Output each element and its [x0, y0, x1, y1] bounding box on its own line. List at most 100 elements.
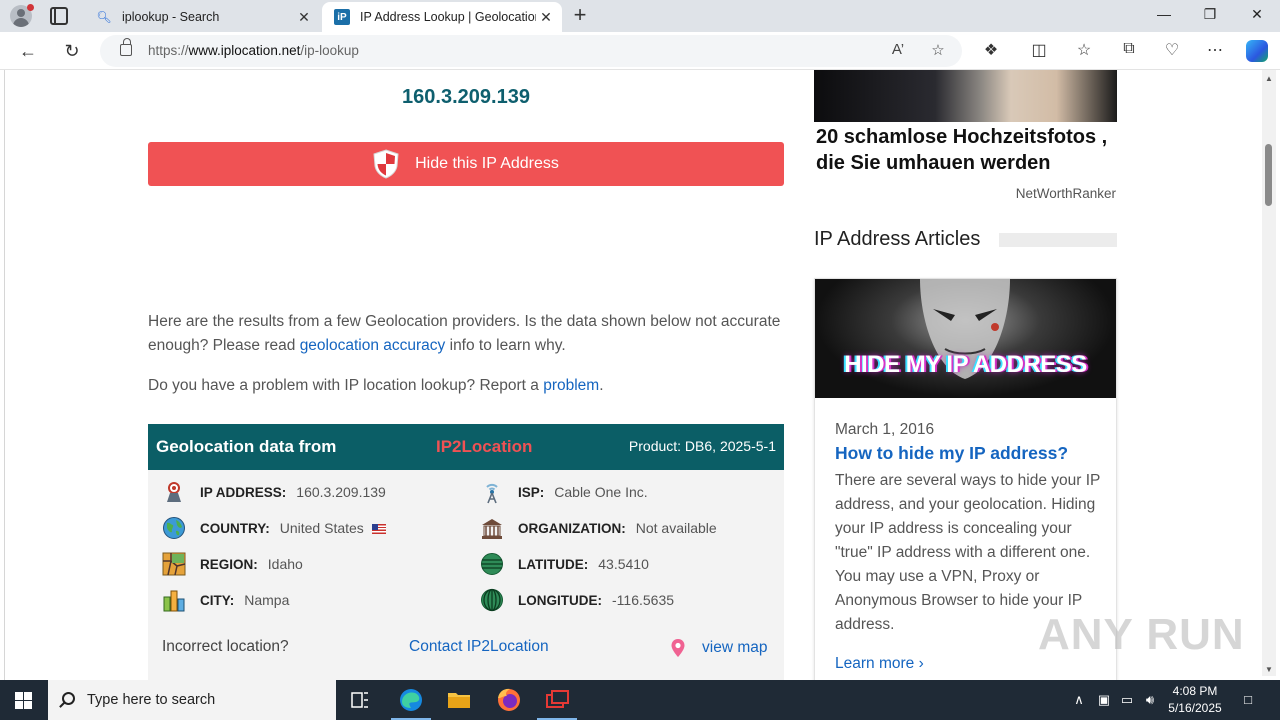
system-clock[interactable]: 4:08 PM 5/16/2025	[1164, 683, 1226, 717]
geo-label: LONGITUDE:	[518, 592, 602, 608]
copilot-icon[interactable]	[1246, 40, 1268, 62]
geo-label: REGION:	[200, 556, 258, 572]
search-icon: 🔍︎	[96, 10, 112, 24]
latitude-globe-icon	[481, 553, 503, 575]
taskbar-search-placeholder: Type here to search	[87, 692, 216, 708]
page-scrollbar[interactable]: ▲ ▼	[1262, 70, 1276, 676]
geo-value: -116.5635	[612, 592, 675, 608]
close-icon[interactable]: ✕	[294, 9, 314, 26]
volume-icon[interactable]: 🔊︎	[1142, 692, 1158, 708]
firefox-icon[interactable]	[485, 680, 533, 720]
url-text[interactable]: https://www.iplocation.net/ip-lookup	[148, 43, 359, 58]
notifications-icon[interactable]: □	[1240, 692, 1256, 708]
collections-icon[interactable]: ⧉	[1118, 40, 1140, 62]
ad-source[interactable]: NetWorthRanker	[1016, 186, 1116, 201]
search-icon	[62, 692, 75, 705]
tab-title: IP Address Lookup | Geolocation	[360, 10, 536, 24]
scroll-up-icon[interactable]: ▲	[1265, 74, 1273, 83]
taskbar-search-box[interactable]: Type here to search	[48, 680, 336, 720]
favorites-icon[interactable]: ☆	[1073, 40, 1095, 62]
browser-essentials-icon[interactable]: ♡	[1161, 40, 1183, 62]
chevron-up-icon[interactable]: ∧	[1071, 692, 1087, 708]
address-bar[interactable]: https://www.iplocation.net/ip-lookup A’ …	[100, 35, 962, 67]
tab-title: iplookup - Search	[122, 10, 220, 24]
geo-label: CITY:	[200, 592, 235, 608]
geo-row-longitude: LONGITUDE: -116.5635	[480, 588, 674, 612]
report-paragraph: Do you have a problem with IP location l…	[148, 374, 788, 398]
file-explorer-icon[interactable]	[435, 680, 483, 720]
geolocation-title: Geolocation data from	[156, 437, 337, 456]
favorite-star-icon[interactable]: ☆	[928, 41, 948, 61]
close-icon[interactable]: ✕	[536, 9, 556, 26]
geo-label: ISP:	[518, 484, 545, 500]
web-page: 160.3.209.139 Hide this IP Address Here …	[0, 70, 1280, 680]
network-icon[interactable]: ▭	[1119, 692, 1135, 708]
device-icon[interactable]: ▣	[1096, 692, 1112, 708]
clock-date: 5/16/2025	[1168, 701, 1222, 715]
longitude-globe-icon	[481, 588, 503, 612]
ad-headline[interactable]: 20 schamlose Hochzeitsfotos , die Sie um…	[816, 124, 1120, 176]
organization-icon	[482, 519, 502, 539]
region-map-icon	[162, 552, 186, 576]
url-host: www.iplocation.net	[188, 43, 301, 58]
geo-row-ip-address: IP ADDRESS: 160.3.209.139	[162, 480, 386, 504]
lock-icon[interactable]	[120, 38, 132, 56]
geo-row-isp: ISP: Cable One Inc.	[480, 480, 648, 504]
restore-button[interactable]: ❐	[1198, 6, 1222, 26]
city-icon	[163, 590, 185, 612]
scroll-down-icon[interactable]: ▼	[1265, 665, 1273, 674]
geolocation-accuracy-link[interactable]: geolocation accuracy	[300, 337, 446, 354]
geo-row-country: COUNTRY: United States	[162, 516, 386, 540]
articles-heading: IP Address Articles	[814, 228, 981, 250]
anyrun-watermark: ANY RUN	[1038, 610, 1245, 659]
window-close-button[interactable]: ✕	[1245, 6, 1269, 26]
geo-value: Nampa	[244, 592, 290, 608]
geolocation-panel: Geolocation data from IP2Location Produc…	[148, 424, 784, 680]
geo-value: Idaho	[267, 556, 303, 572]
taskbar: Type here to search ∧ ▣ ▭ 🔊︎ 4:08 PM 5/1…	[0, 680, 1280, 720]
problem-link[interactable]: problem	[543, 377, 599, 394]
ip-address-icon	[167, 482, 181, 502]
hide-ip-button[interactable]: Hide this IP Address	[148, 142, 784, 186]
split-screen-icon[interactable]: ◫	[1028, 40, 1050, 62]
minimize-button[interactable]: —	[1152, 6, 1176, 26]
article-image-text: HIDE MY IP ADDRESS	[844, 351, 1087, 378]
shield-icon	[373, 149, 399, 179]
task-view-icon[interactable]	[336, 680, 384, 720]
scroll-thumb[interactable]	[1265, 144, 1272, 206]
back-button[interactable]: ←	[17, 40, 39, 62]
anonymous-mask-icon	[920, 279, 1010, 379]
chevron-right-icon: ›	[918, 655, 924, 672]
intro-paragraph: Here are the results from a few Geolocat…	[148, 310, 788, 358]
edge-taskbar-icon[interactable]	[387, 680, 435, 720]
geo-value: United States	[280, 520, 386, 536]
geo-row-latitude: LATITUDE: 43.5410	[480, 552, 649, 576]
read-aloud-icon[interactable]: A’	[888, 41, 908, 61]
new-tab-button[interactable]: +	[568, 4, 592, 28]
tab-search[interactable]: 🔍︎ iplookup - Search ✕	[84, 2, 320, 32]
articles-heading-divider	[999, 233, 1117, 247]
tab-ip-lookup[interactable]: iP IP Address Lookup | Geolocation ✕	[322, 2, 562, 32]
map-pin-icon	[671, 639, 685, 657]
geo-label: IP ADDRESS:	[200, 484, 287, 500]
incorrect-location-text: Incorrect location?	[162, 638, 289, 655]
learn-more-link[interactable]: Learn more ›	[835, 655, 924, 673]
ad-image[interactable]	[814, 70, 1117, 122]
windows-start-icon[interactable]	[15, 692, 32, 709]
contact-ip2location-link[interactable]: Contact IP2Location	[409, 638, 549, 656]
anyrun-app-icon[interactable]	[533, 680, 581, 720]
geo-label: ORGANIZATION:	[518, 520, 626, 536]
page-border	[4, 70, 5, 680]
refresh-button[interactable]: ↻	[61, 40, 83, 62]
geo-row-organization: ORGANIZATION: Not available	[480, 516, 717, 540]
more-options-icon[interactable]: ⋯	[1204, 40, 1226, 62]
tab-actions-icon[interactable]	[50, 7, 68, 25]
extensions-icon[interactable]: ❖	[980, 40, 1002, 62]
antenna-icon	[486, 483, 498, 504]
article-image[interactable]: HIDE MY IP ADDRESS	[815, 279, 1116, 398]
url-prefix: https://	[148, 43, 189, 58]
view-map-link[interactable]: view map	[670, 638, 767, 658]
geo-value: Not available	[635, 520, 717, 536]
article-title-link[interactable]: How to hide my IP address?	[835, 443, 1068, 464]
geo-value: 43.5410	[598, 556, 649, 572]
